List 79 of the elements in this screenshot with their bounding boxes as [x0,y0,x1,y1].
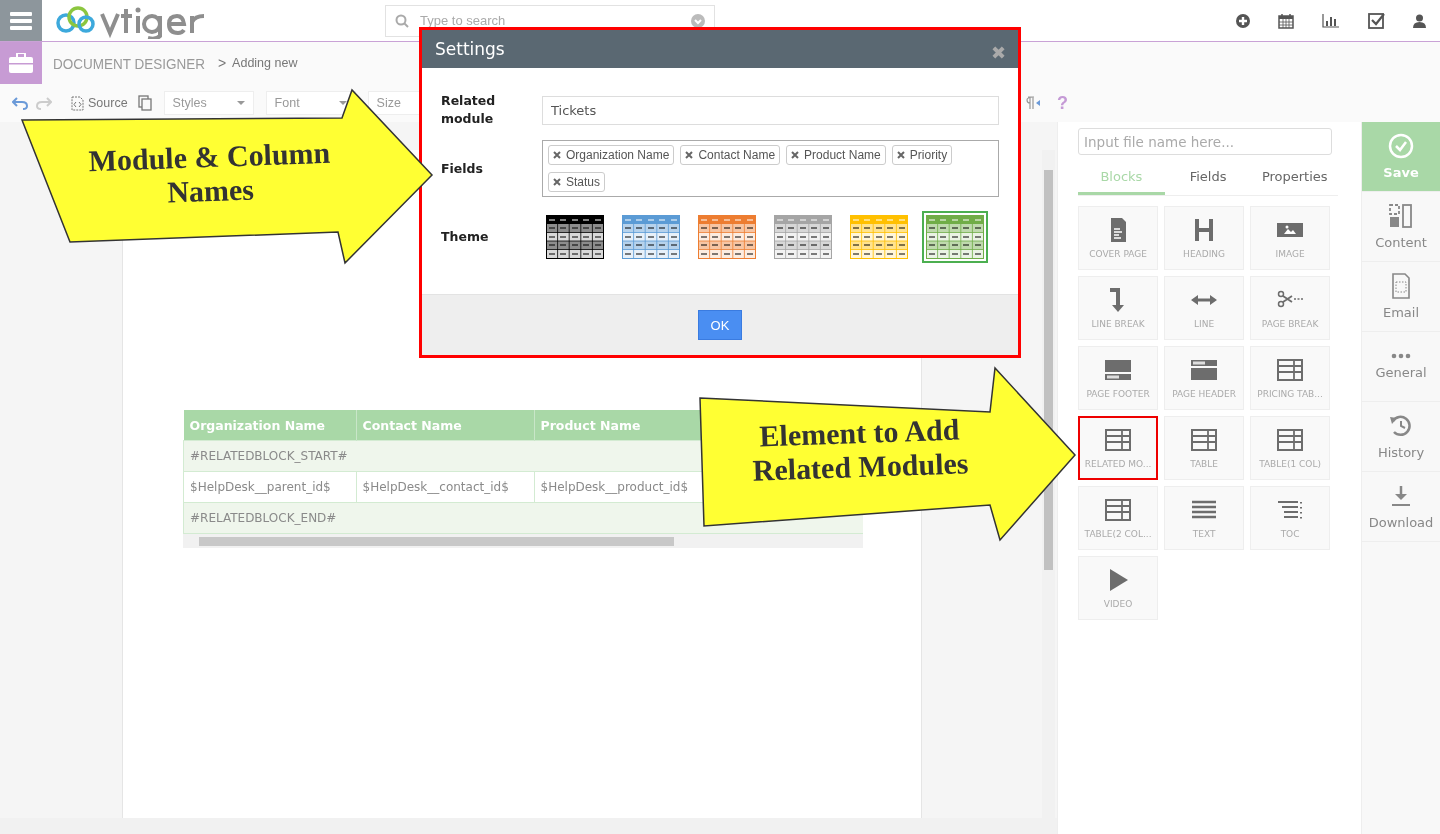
remove-icon[interactable] [553,151,561,159]
caret-icon [236,101,245,105]
more-icon [1391,353,1412,359]
block-tile[interactable]: LINE BREAK [1078,276,1159,340]
block-tile[interactable]: PAGE BREAK [1250,276,1331,340]
callout-text: Element to Add Related Modules [751,411,970,489]
panel-tab[interactable]: Blocks [1078,161,1165,195]
dialog-title: Settings [435,39,505,59]
remove-icon[interactable] [896,151,905,159]
field-tag[interactable]: Priority [891,145,953,165]
field-tag[interactable]: Status [548,172,606,192]
close-button[interactable]: ✖ [991,42,1006,64]
task-checkbox-icon[interactable] [1368,12,1385,29]
table-cell: $HelpDesk__parent_id$ [183,471,356,503]
table-icon [1104,497,1133,523]
table-icon [1104,427,1133,453]
block-tile[interactable]: TABLE(1 COL) [1250,416,1331,480]
block-tile[interactable]: RELATED MO... [1078,416,1159,480]
block-tile[interactable]: TABLE(2 COL... [1078,486,1159,550]
page-title: Adding new [232,56,298,70]
related-module-field[interactable]: Tickets [542,95,999,125]
block-tile[interactable]: PAGE HEADER [1164,346,1245,410]
briefcase-icon [9,53,33,73]
table-header-cell: Organization Name [183,410,356,441]
remove-icon[interactable] [685,151,694,159]
toolbar-dropdown[interactable]: Styles [163,91,254,115]
table-header-cell: Contact Name [356,410,534,441]
block-tile[interactable]: HEADING [1164,206,1245,270]
block-tile[interactable]: PAGE FOOTER [1078,346,1159,410]
file-name-field[interactable]: Input file name here... [1078,128,1333,155]
block-tile[interactable]: IMAGE [1250,206,1331,270]
block-tile[interactable]: LINE [1164,276,1245,340]
help-icon[interactable]: ? [1057,92,1068,114]
panel-tab[interactable]: Properties [1251,161,1339,195]
source-icon [70,95,85,111]
menu-button[interactable] [0,0,42,41]
user-icon[interactable] [1413,13,1426,28]
layout-icon [1104,357,1133,383]
table-icon [1190,427,1219,453]
ok-button[interactable]: OK [698,310,742,340]
field-label: Fields [441,159,484,178]
horizontal-scrollbar[interactable] [0,818,1058,834]
field-tag[interactable]: Organization Name [548,145,675,165]
table-icon [1276,427,1305,453]
vertical-scrollbar[interactable] [1042,150,1056,818]
table-cell: $HelpDesk__contact_id$ [356,471,534,503]
remove-icon[interactable] [791,151,800,159]
block-tile[interactable]: TEXT [1164,486,1245,550]
fields-select[interactable]: Organization Name Contact Name Product Name Priority Status [542,140,999,197]
calendar-icon[interactable] [1278,12,1294,29]
field-label: Theme [441,228,490,246]
horizontal-scrollbar[interactable] [183,534,863,548]
source-button[interactable]: Source [68,95,130,111]
field-tag[interactable]: Product Name [786,145,886,165]
toolbar-dropdown[interactable]: Font [265,91,356,115]
layout-icon [1388,203,1415,229]
menu-icon [10,11,32,30]
table-icon [1276,357,1305,383]
block-tile[interactable]: TABLE [1164,416,1245,480]
remove-icon[interactable] [553,178,561,186]
bar-chart-icon[interactable] [1322,13,1340,28]
panel-tab[interactable]: Fields [1164,161,1252,195]
module-title[interactable]: DOCUMENT DESIGNER [53,54,205,72]
breadcrumb-separator: > [217,55,227,71]
callout-text: Module & Column Names [87,135,332,211]
undo-icon[interactable] [12,96,28,110]
block-tile[interactable]: VIDEO [1078,556,1159,620]
search-icon [395,13,409,28]
block-tile[interactable]: PRICING TAB... [1250,346,1331,410]
layout-icon [1190,357,1219,383]
field-tag[interactable]: Contact Name [680,145,781,165]
block-tile[interactable]: TOC [1250,486,1331,550]
paragraph-direction-icon[interactable] [1025,96,1041,110]
module-icon-tile[interactable] [0,42,42,84]
copy-icon[interactable] [137,95,152,111]
theme-swatch[interactable] [922,211,988,263]
block-tile[interactable]: COVER PAGE [1078,206,1159,270]
add-icon[interactable] [1236,13,1250,28]
check-circle-icon [1388,133,1415,159]
